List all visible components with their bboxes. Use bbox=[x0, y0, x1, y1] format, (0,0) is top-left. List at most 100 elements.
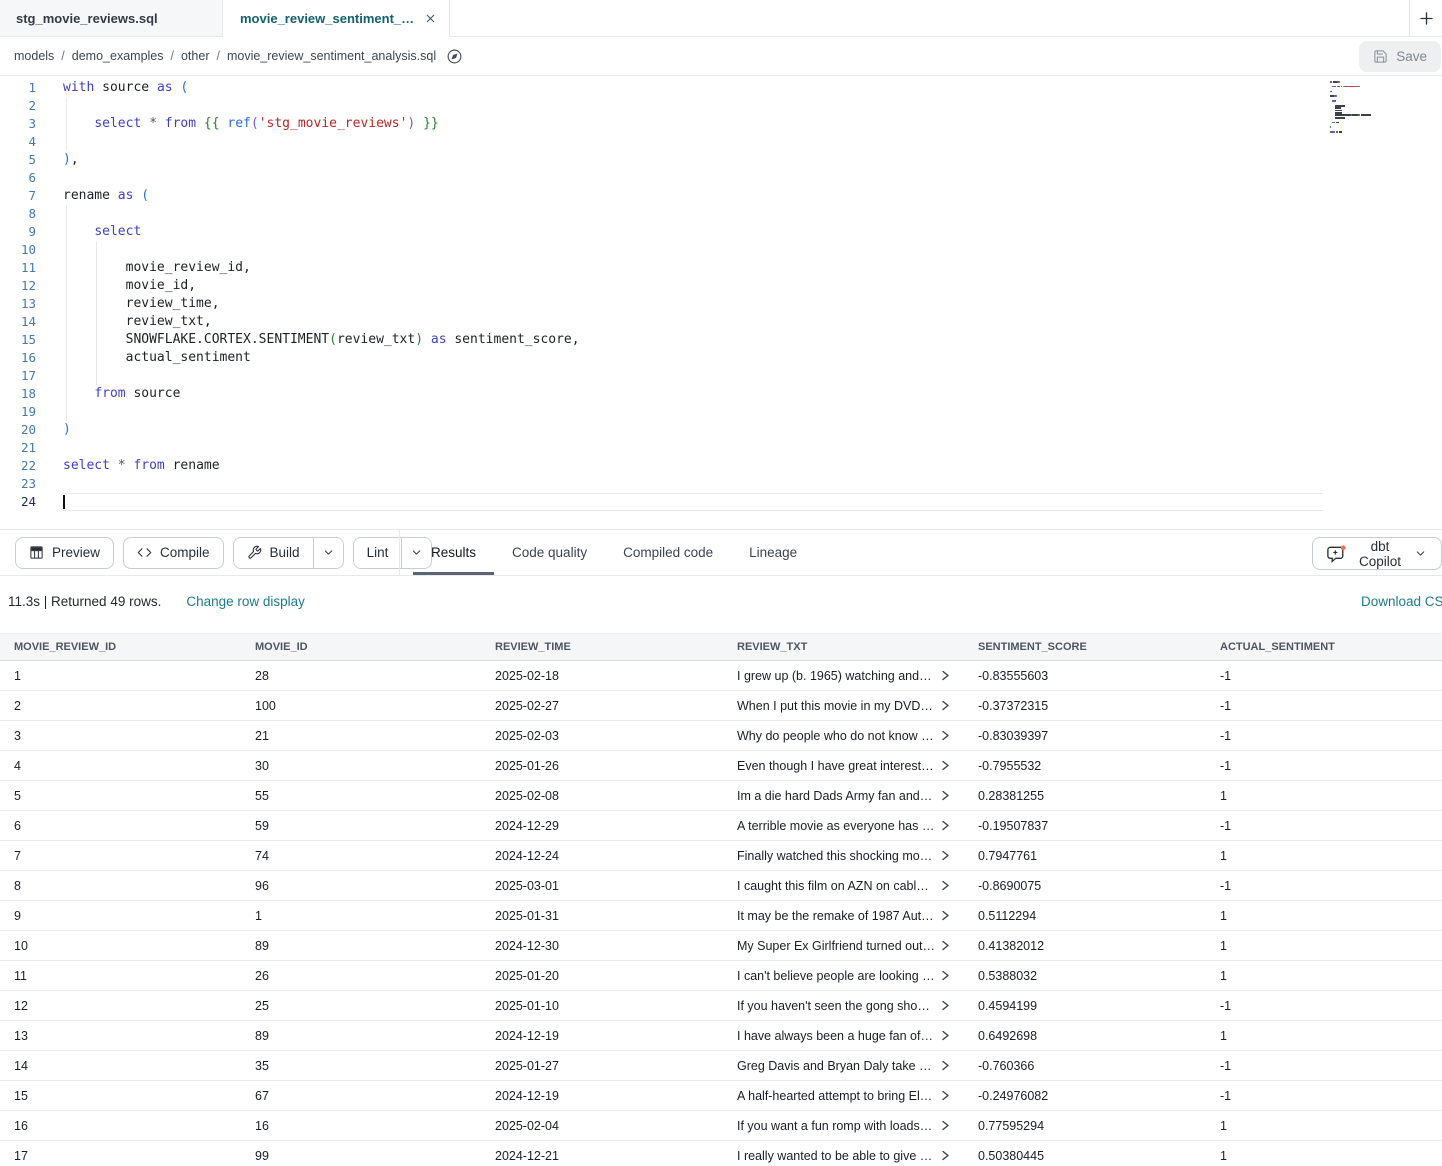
query-status-text: 11.3s | Returned 49 rows. bbox=[8, 594, 161, 609]
code-line-content: with source as ( bbox=[63, 79, 188, 97]
cell-review-txt: If you haven't seen the gong show TV s… bbox=[723, 999, 964, 1013]
toolbar-divider bbox=[399, 530, 400, 575]
line-number: 16 bbox=[0, 349, 36, 367]
cell-movie-id: 96 bbox=[241, 879, 481, 893]
expand-cell-chevron-icon[interactable] bbox=[941, 670, 950, 681]
expand-cell-chevron-icon[interactable] bbox=[941, 880, 950, 891]
cell-sentiment-score: -0.37372315 bbox=[964, 699, 1206, 713]
expand-cell-chevron-icon[interactable] bbox=[941, 700, 950, 711]
cell-review-txt: I caught this film on AZN on cable. It s… bbox=[723, 879, 964, 893]
code-line-3: 3 select * from {{ ref('stg_movie_review… bbox=[0, 115, 1442, 133]
code-line-content: select * from {{ ref('stg_movie_reviews'… bbox=[63, 115, 439, 133]
table-row: 21002025-02-27When I put this movie in m… bbox=[0, 691, 1442, 721]
expand-cell-chevron-icon[interactable] bbox=[941, 1090, 950, 1101]
new-tab-button[interactable] bbox=[1409, 0, 1442, 36]
save-label: Save bbox=[1396, 49, 1427, 64]
tab-code-quality[interactable]: Code quality bbox=[494, 530, 605, 575]
code-line-24: 24 bbox=[0, 493, 1442, 511]
indent-guide bbox=[66, 97, 67, 151]
code-line-7: 7rename as ( bbox=[0, 187, 1442, 205]
expand-cell-chevron-icon[interactable] bbox=[941, 1120, 950, 1131]
code-line-content: ), bbox=[63, 151, 79, 169]
dbt-copilot-button[interactable]: dbt Copilot bbox=[1312, 537, 1442, 570]
cell-sentiment-score: -0.83555603 bbox=[964, 669, 1206, 683]
cell-review-time: 2025-02-27 bbox=[481, 699, 723, 713]
cell-sentiment-score: 0.7947761 bbox=[964, 849, 1206, 863]
code-line-14: 14 review_txt, bbox=[0, 313, 1442, 331]
results-status-bar: 11.3s | Returned 49 rows. Change row dis… bbox=[0, 577, 1442, 626]
line-number: 7 bbox=[0, 187, 36, 205]
cell-movie-id: 35 bbox=[241, 1059, 481, 1073]
save-button[interactable]: Save bbox=[1359, 41, 1441, 72]
cell-movie-review-id: 4 bbox=[0, 759, 241, 773]
code-line-content: review_time, bbox=[63, 295, 220, 313]
change-row-display-link[interactable]: Change row display bbox=[186, 594, 305, 609]
cell-movie-review-id: 11 bbox=[0, 969, 241, 983]
cell-movie-id: 89 bbox=[241, 939, 481, 953]
cell-sentiment-score: -0.760366 bbox=[964, 1059, 1206, 1073]
results-table: MOVIE_REVIEW_IDMOVIE_IDREVIEW_TIMEREVIEW… bbox=[0, 633, 1442, 1166]
cell-movie-review-id: 9 bbox=[0, 909, 241, 923]
minimap[interactable] bbox=[1330, 81, 1406, 138]
line-number: 20 bbox=[0, 421, 36, 439]
cell-movie-id: 26 bbox=[241, 969, 481, 983]
build-dropdown-button[interactable] bbox=[313, 538, 343, 568]
expand-cell-chevron-icon[interactable] bbox=[941, 790, 950, 801]
breadcrumb-separator: / bbox=[216, 49, 219, 63]
expand-cell-chevron-icon[interactable] bbox=[941, 760, 950, 771]
close-tab-icon[interactable] bbox=[424, 12, 437, 25]
cell-movie-review-id: 5 bbox=[0, 789, 241, 803]
breadcrumb-segment: models bbox=[14, 49, 54, 63]
expand-cell-chevron-icon[interactable] bbox=[941, 850, 950, 861]
breadcrumb-separator: / bbox=[171, 49, 174, 63]
expand-cell-chevron-icon[interactable] bbox=[941, 1030, 950, 1041]
code-line-content: SNOWFLAKE.CORTEX.SENTIMENT(review_txt) a… bbox=[63, 331, 580, 349]
tab-label: Code quality bbox=[512, 545, 587, 560]
review-text: I grew up (b. 1965) watching and lovin… bbox=[737, 669, 935, 683]
line-number: 22 bbox=[0, 457, 36, 475]
line-number: 3 bbox=[0, 115, 36, 133]
line-number: 13 bbox=[0, 295, 36, 313]
code-editor[interactable]: 1with source as (23 select * from {{ ref… bbox=[0, 77, 1442, 529]
tab-compiled-code[interactable]: Compiled code bbox=[605, 530, 731, 575]
compile-button[interactable]: Compile bbox=[123, 537, 224, 569]
expand-cell-chevron-icon[interactable] bbox=[941, 910, 950, 921]
expand-cell-chevron-icon[interactable] bbox=[941, 1060, 950, 1071]
build-label: Build bbox=[270, 545, 300, 560]
expand-cell-chevron-icon[interactable] bbox=[941, 1150, 950, 1161]
cell-review-time: 2025-02-04 bbox=[481, 1119, 723, 1133]
preview-button[interactable]: Preview bbox=[15, 537, 114, 569]
breadcrumb-segment: other bbox=[181, 49, 210, 63]
cell-review-time: 2025-02-08 bbox=[481, 789, 723, 803]
expand-cell-chevron-icon[interactable] bbox=[941, 820, 950, 831]
table-row: 3212025-02-03Why do people who do not kn… bbox=[0, 721, 1442, 751]
cell-actual-sentiment: -1 bbox=[1206, 729, 1442, 743]
cell-review-time: 2025-02-18 bbox=[481, 669, 723, 683]
copilot-chat-icon bbox=[1327, 545, 1346, 563]
dbt-ide-window: stg_movie_reviews.sql movie_review_senti… bbox=[0, 0, 1442, 1166]
build-split-button: Build bbox=[233, 537, 344, 569]
cell-movie-id: 28 bbox=[241, 669, 481, 683]
tab-stg-movie-reviews[interactable]: stg_movie_reviews.sql bbox=[0, 0, 223, 36]
line-number: 10 bbox=[0, 241, 36, 259]
expand-cell-chevron-icon[interactable] bbox=[941, 970, 950, 981]
expand-cell-chevron-icon[interactable] bbox=[941, 730, 950, 741]
lint-button[interactable]: Lint bbox=[354, 538, 402, 568]
review-text: A half-hearted attempt to bring Elvis P… bbox=[737, 1089, 935, 1103]
expand-cell-chevron-icon[interactable] bbox=[941, 1000, 950, 1011]
build-button[interactable]: Build bbox=[234, 538, 313, 568]
line-number: 4 bbox=[0, 133, 36, 151]
download-csv-link[interactable]: Download CSV bbox=[1361, 594, 1442, 609]
expand-cell-chevron-icon[interactable] bbox=[941, 940, 950, 951]
tab-lineage[interactable]: Lineage bbox=[731, 530, 815, 575]
cell-actual-sentiment: 1 bbox=[1206, 789, 1442, 803]
view-docs-compass-icon[interactable] bbox=[446, 48, 463, 65]
cell-sentiment-score: 0.50380445 bbox=[964, 1149, 1206, 1163]
compile-label: Compile bbox=[160, 545, 210, 560]
code-line-2: 2 bbox=[0, 97, 1442, 115]
cell-sentiment-score: 0.5112294 bbox=[964, 909, 1206, 923]
cell-actual-sentiment: -1 bbox=[1206, 1059, 1442, 1073]
tab-results[interactable]: Results bbox=[413, 530, 494, 575]
table-row: 12252025-01-10If you haven't seen the go… bbox=[0, 991, 1442, 1021]
tab-movie-review-sentiment-analysis[interactable]: movie_review_sentiment_… bbox=[223, 0, 450, 36]
